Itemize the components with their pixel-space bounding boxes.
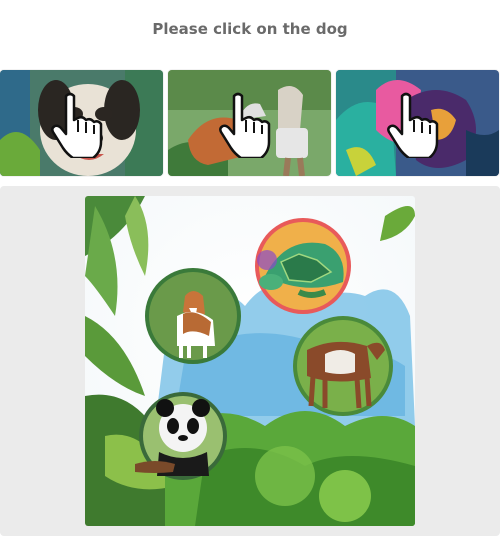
watercolor-jungle-scene <box>85 196 415 526</box>
example-thumbnails <box>0 70 500 176</box>
example-thumbnail-3[interactable] <box>336 70 499 176</box>
example-thumbnail-2[interactable] <box>168 70 331 176</box>
pointer-hand-icon <box>387 92 439 158</box>
pointer-hand-icon <box>219 92 271 158</box>
captcha-instruction: Please click on the dog <box>152 20 348 38</box>
pointer-hand-icon <box>51 92 103 158</box>
challenge-image[interactable] <box>85 196 415 526</box>
example-thumbnail-1[interactable] <box>0 70 163 176</box>
